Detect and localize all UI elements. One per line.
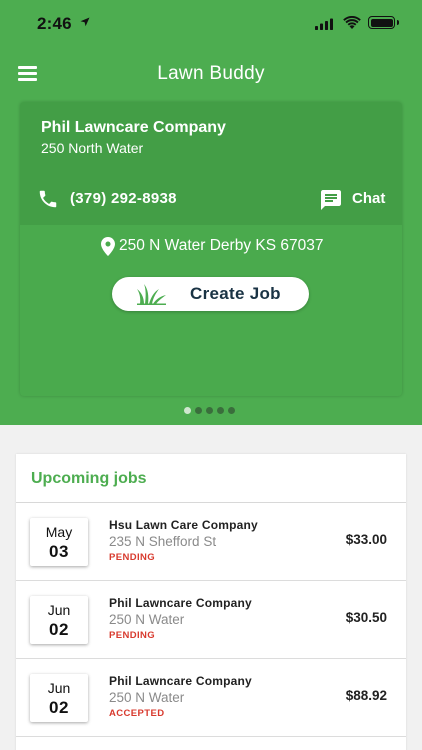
job-row[interactable]: Jun 02 Phil Lawncare Company 250 N Water… (16, 659, 406, 737)
page-indicator-dot[interactable] (195, 407, 202, 414)
job-row[interactable]: Jun 02 Phil Lawncare Company 250 N Water… (16, 581, 406, 659)
wifi-icon (343, 16, 361, 29)
location-arrow-icon (80, 17, 90, 27)
page-indicator-dot[interactable] (228, 407, 235, 414)
company-card[interactable]: Phil Lawncare Company 250 North Water (3… (20, 102, 402, 396)
upcoming-jobs-title: Upcoming jobs (31, 470, 147, 487)
job-day: 02 (49, 620, 69, 639)
page-indicator-dot[interactable] (217, 407, 224, 414)
job-month: Jun (47, 602, 71, 618)
job-date: Jun 02 (30, 674, 88, 722)
company-address: 250 North Water (41, 140, 144, 156)
job-price: $33.00 (345, 532, 387, 547)
app-title: Lawn Buddy (157, 63, 265, 84)
job-company: Hsu Lawn Care Company (109, 518, 258, 532)
page-indicator-dot[interactable] (184, 407, 191, 414)
job-price: $88.92 (345, 688, 387, 703)
status-bar: 2:46 (0, 0, 422, 46)
job-company: Phil Lawncare Company (109, 596, 252, 610)
upcoming-jobs-card: Upcoming jobs May 03 Hsu Lawn Care Compa… (16, 454, 406, 750)
job-day: 02 (49, 698, 69, 717)
job-address: 250 N Water (109, 612, 185, 627)
status-time: 2:46 (37, 14, 72, 33)
job-status: PENDING (109, 552, 156, 563)
create-job-button[interactable]: Create Job (112, 277, 309, 311)
chat-button[interactable]: Chat (352, 190, 385, 207)
page-indicator-dot[interactable] (206, 407, 213, 414)
battery-icon (368, 16, 399, 29)
job-address: 235 N Shefford St (109, 534, 217, 549)
phone-icon[interactable] (37, 188, 59, 210)
job-month: Jun (47, 680, 71, 696)
page-indicator (184, 407, 235, 414)
create-job-label: Create Job (190, 284, 281, 303)
chat-icon[interactable] (319, 188, 343, 212)
grass-icon (137, 284, 166, 305)
job-status: ACCEPTED (109, 708, 165, 719)
company-name: Phil Lawncare Company (41, 119, 226, 136)
phone-number[interactable]: (379) 292-8938 (70, 190, 177, 207)
job-price: $30.50 (345, 610, 387, 625)
job-date: May 03 (30, 518, 88, 566)
job-company: Phil Lawncare Company (109, 674, 252, 688)
map-pin-icon (101, 237, 115, 256)
job-date: Jun 02 (30, 596, 88, 644)
company-full-address: 250 N Water Derby KS 67037 (119, 237, 324, 254)
divider (16, 736, 406, 737)
job-status: PENDING (109, 630, 156, 641)
job-row[interactable]: May 03 Hsu Lawn Care Company 235 N Sheff… (16, 503, 406, 581)
job-month: May (45, 524, 73, 540)
cellular-signal-icon (315, 18, 333, 30)
job-address: 250 N Water (109, 690, 185, 705)
job-day: 03 (49, 542, 69, 561)
